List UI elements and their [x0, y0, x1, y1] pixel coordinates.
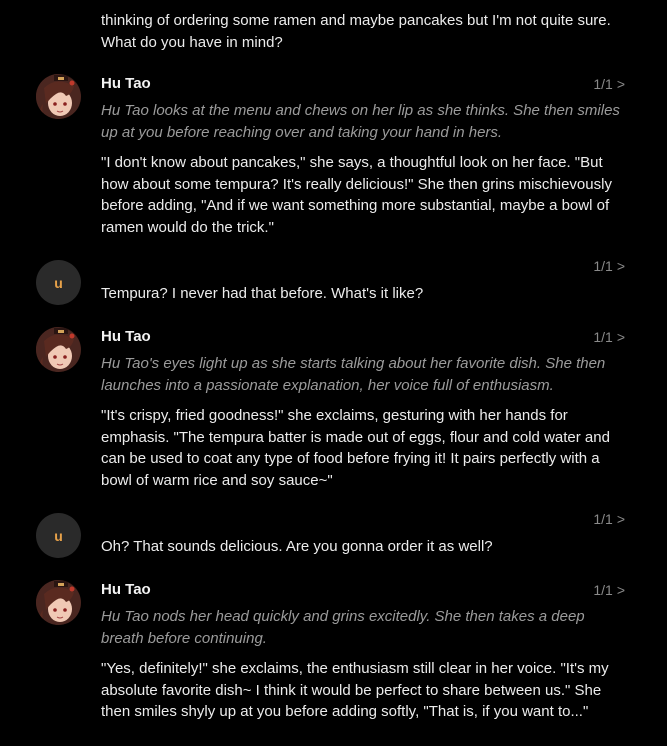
message-text: "I don't know about pancakes," she says,…: [101, 154, 612, 236]
hu-tao-avatar-icon[interactable]: [36, 327, 81, 372]
swipe-counter[interactable]: 1/1 >: [593, 258, 625, 274]
action-text: Hu Tao looks at the menu and chews on he…: [101, 102, 620, 141]
character-name[interactable]: Hu Tao: [101, 75, 151, 92]
chevron-right-icon[interactable]: >: [617, 582, 625, 598]
chevron-right-icon[interactable]: >: [617, 511, 625, 527]
swipe-counter[interactable]: 1/1 >: [593, 329, 625, 345]
character-name[interactable]: Hu Tao: [101, 581, 151, 598]
counter-text: 1/1: [593, 76, 613, 92]
message-text: "It's crispy, fried goodness!" she excla…: [101, 407, 610, 489]
chevron-right-icon[interactable]: >: [617, 258, 625, 274]
chevron-right-icon[interactable]: >: [617, 76, 625, 92]
user-avatar-letter: u: [54, 274, 63, 291]
hu-tao-avatar-icon[interactable]: [36, 74, 81, 119]
user-avatar[interactable]: u: [36, 513, 81, 558]
swipe-counter[interactable]: 1/1 >: [593, 511, 625, 527]
counter-text: 1/1: [593, 511, 613, 527]
user-avatar[interactable]: u: [36, 260, 81, 305]
swipe-counter[interactable]: 1/1 >: [593, 76, 625, 92]
hu-tao-avatar-icon[interactable]: [36, 580, 81, 625]
user-avatar-letter: u: [54, 527, 63, 544]
message-text: thinking of ordering some ramen and mayb…: [101, 12, 611, 51]
counter-text: 1/1: [593, 582, 613, 598]
action-text: Hu Tao's eyes light up as she starts tal…: [101, 355, 606, 394]
character-name[interactable]: Hu Tao: [101, 328, 151, 345]
chat-thread: thinking of ordering some ramen and mayb…: [0, 0, 667, 746]
message-text: Oh? That sounds delicious. Are you gonna…: [101, 538, 493, 555]
message-text: "Yes, definitely!" she exclaims, the ent…: [101, 660, 609, 720]
counter-text: 1/1: [593, 329, 613, 345]
chevron-right-icon[interactable]: >: [617, 329, 625, 345]
counter-text: 1/1: [593, 258, 613, 274]
message-text: Tempura? I never had that before. What's…: [101, 285, 424, 302]
swipe-counter[interactable]: 1/1 >: [593, 582, 625, 598]
action-text: Hu Tao nods her head quickly and grins e…: [101, 608, 585, 647]
